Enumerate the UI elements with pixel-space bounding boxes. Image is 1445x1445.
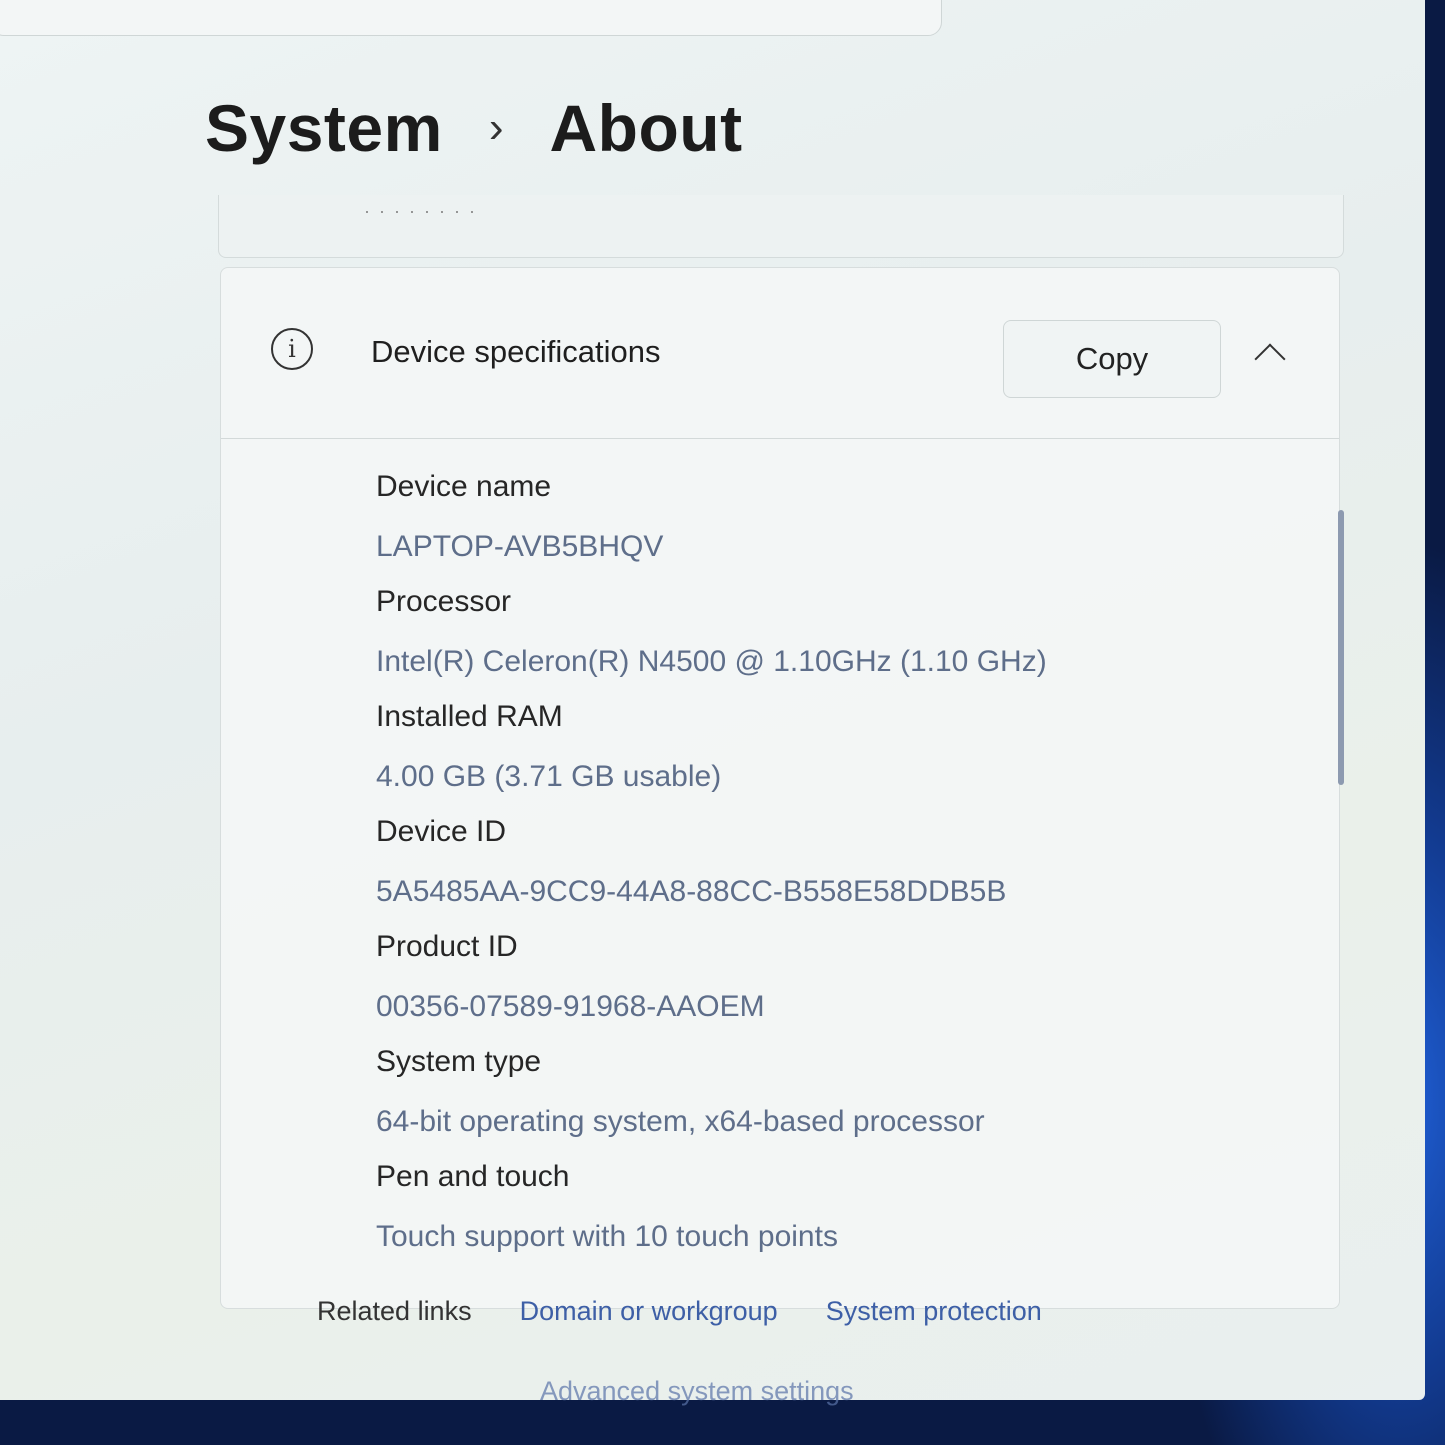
breadcrumb-separator-icon: › [488, 103, 504, 152]
search-box[interactable] [0, 0, 942, 36]
spec-value: 00356-07589-91968-AAOEM [376, 990, 765, 1023]
copy-button[interactable]: Copy [1003, 320, 1221, 398]
spec-system-type: System type 64-bit operating system, x64… [376, 1043, 1276, 1158]
spec-device-name: Device name LAPTOP-AVB5BHQV [376, 468, 1276, 583]
truncated-text: · · · · · · · · [364, 201, 477, 221]
spec-label: Device ID [376, 815, 507, 848]
spec-value: Intel(R) Celeron(R) N4500 @ 1.10GHz (1.1… [376, 645, 1047, 678]
device-specifications-card: i Device specifications Copy Device name… [220, 267, 1340, 1309]
spec-label: Product ID [376, 930, 518, 963]
related-links: Related links Domain or workgroup System… [317, 1296, 1042, 1327]
spec-value: 4.00 GB (3.71 GB usable) [376, 760, 722, 793]
related-links-title: Related links [317, 1296, 472, 1326]
spec-label: Installed RAM [376, 700, 563, 733]
spec-value: LAPTOP-AVB5BHQV [376, 530, 664, 563]
link-domain-or-workgroup[interactable]: Domain or workgroup [520, 1296, 778, 1327]
spec-label: Device name [376, 470, 552, 503]
page-title: About [549, 91, 743, 165]
device-specifications-title: Device specifications [371, 334, 661, 369]
spec-pen-and-touch: Pen and touch Touch support with 10 touc… [376, 1158, 1276, 1273]
spec-label: Pen and touch [376, 1160, 570, 1193]
spec-device-id: Device ID 5A5485AA-9CC9-44A8-88CC-B558E5… [376, 813, 1276, 928]
spec-label: Processor [376, 585, 512, 618]
previous-section-card: · · · · · · · · [218, 195, 1344, 258]
link-system-protection[interactable]: System protection [826, 1296, 1042, 1327]
spec-value: 5A5485AA-9CC9-44A8-88CC-B558E58DDB5B [376, 875, 1007, 908]
settings-window: System › About · · · · · · · · i Device … [0, 0, 1425, 1406]
spec-installed-ram: Installed RAM 4.00 GB (3.71 GB usable) [376, 698, 1276, 813]
spec-value: Touch support with 10 touch points [376, 1220, 838, 1253]
info-icon: i [271, 328, 313, 370]
spec-value: 64-bit operating system, x64-based proce… [376, 1105, 985, 1138]
scrollbar-thumb[interactable] [1338, 510, 1344, 785]
chevron-up-icon[interactable] [1254, 343, 1286, 375]
breadcrumb: System › About [205, 90, 743, 166]
spec-label: System type [376, 1045, 542, 1078]
device-specifications-header[interactable]: i Device specifications Copy [221, 268, 1339, 439]
breadcrumb-system[interactable]: System [205, 90, 443, 166]
spec-product-id: Product ID 00356-07589-91968-AAOEM [376, 928, 1276, 1043]
spec-list: Device name LAPTOP-AVB5BHQV Processor In… [376, 468, 1276, 1273]
spec-processor: Processor Intel(R) Celeron(R) N4500 @ 1.… [376, 583, 1276, 698]
link-advanced-system-settings[interactable]: Advanced system settings [540, 1376, 854, 1407]
